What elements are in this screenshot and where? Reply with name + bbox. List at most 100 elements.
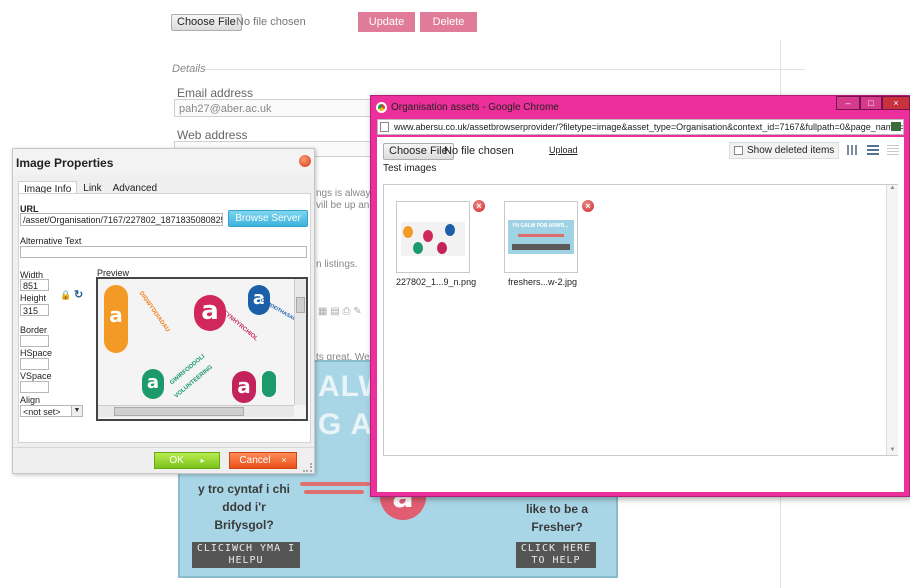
editor-toolbar-fragment: ▦ ▤ ⎙ ✎ xyxy=(318,306,362,317)
resize-grip-icon[interactable] xyxy=(303,463,312,472)
address-bar[interactable]: www.abersu.co.uk/assetbrowserprovider/?f… xyxy=(377,119,904,135)
chrome-logo-icon xyxy=(376,102,387,113)
asset-thumbnail[interactable]: YN GALW POB ARWR... xyxy=(504,201,578,273)
height-field[interactable]: 315 xyxy=(20,304,49,316)
cancel-label: Cancel xyxy=(239,455,271,466)
preview-word: GWIRFODDOLI xyxy=(169,353,207,387)
width-field[interactable]: 851 xyxy=(20,279,49,291)
ok-button[interactable]: OK ▸ xyxy=(154,452,220,469)
chevron-right-icon: ▸ xyxy=(200,456,205,465)
asset-browser-window: Organisation assets - Google Chrome – □ … xyxy=(370,95,910,497)
delete-asset-icon[interactable]: × xyxy=(582,200,594,212)
lock-ratio-icon[interactable]: 🔒 xyxy=(60,290,71,301)
delete-button[interactable]: Delete xyxy=(420,12,477,32)
no-file-text: No file chosen xyxy=(236,16,306,28)
window-title: Organisation assets - Google Chrome xyxy=(391,102,559,113)
maximize-button[interactable]: □ xyxy=(860,96,882,110)
delete-asset-icon[interactable]: × xyxy=(473,200,485,212)
web-address-label: Web address xyxy=(177,128,248,142)
ok-label: OK xyxy=(169,455,184,466)
preview-vertical-scrollbar[interactable] xyxy=(294,279,306,405)
banner-heading: G A xyxy=(318,408,374,441)
email-field[interactable]: pah27@aber.ac.uk xyxy=(174,99,374,117)
extension-icon[interactable] xyxy=(891,122,901,131)
images-section-label: Test images xyxy=(383,163,437,174)
grid-view-icon[interactable] xyxy=(847,145,859,155)
details-divider xyxy=(205,69,805,70)
no-file-text: No file chosen xyxy=(444,145,514,157)
scroll-down-icon[interactable]: ▼ xyxy=(887,447,898,453)
choose-file-button[interactable]: Choose File xyxy=(171,14,242,31)
browse-server-button[interactable]: Browse Server xyxy=(228,210,308,227)
page-icon xyxy=(380,122,389,132)
url-field[interactable]: /asset/Organisation/7167/227802_18718350… xyxy=(20,213,223,226)
banner-wing xyxy=(300,482,370,486)
thumb-logo xyxy=(413,242,423,254)
asset-list-scrollbar[interactable]: ▲ ▼ xyxy=(886,185,898,455)
image-properties-dialog: Image Properties Image Info Link Advance… xyxy=(12,148,315,474)
alt-text-label: Alternative Text xyxy=(20,236,82,246)
bg-text-snippet: vill be up an xyxy=(316,200,370,211)
align-select[interactable]: <not set> xyxy=(20,405,72,417)
thumb-caption: YN GALW POB ARWR... xyxy=(512,223,569,229)
preview-logo-partial xyxy=(262,371,276,397)
close-icon: × xyxy=(281,455,287,465)
border-field[interactable] xyxy=(20,335,49,347)
close-window-button[interactable]: × xyxy=(882,96,910,110)
reset-size-icon[interactable]: ↻ xyxy=(74,288,83,301)
preview-word: DIGWYDDIADAU xyxy=(137,290,171,334)
bg-text-snippet: n listings. xyxy=(316,259,358,270)
banner-wing xyxy=(304,490,364,494)
scroll-up-icon[interactable]: ▲ xyxy=(887,185,898,191)
address-url: www.abersu.co.uk/assetbrowserprovider/?f… xyxy=(394,122,904,132)
preview-logo: a xyxy=(232,371,256,403)
hspace-label: HSpace xyxy=(20,348,53,358)
dialog-footer-divider xyxy=(13,447,314,448)
minimize-button[interactable]: – xyxy=(836,96,860,110)
thumb-logo xyxy=(437,242,447,254)
thumb-logo xyxy=(445,224,455,236)
alt-text-field[interactable] xyxy=(20,246,307,258)
details-heading: Details xyxy=(172,63,206,75)
dialog-title: Image Properties xyxy=(16,156,114,170)
preview-horizontal-scrollbar[interactable] xyxy=(98,405,294,417)
thumb-logo xyxy=(403,226,413,238)
banner-right-button: CLICK HERE TO HELP xyxy=(516,542,596,568)
thumbnail-image: YN GALW POB ARWR... xyxy=(508,220,574,254)
asset-filename: 227802_1...9_n.png xyxy=(396,277,477,287)
scrollbar-thumb[interactable] xyxy=(114,407,244,416)
hspace-field[interactable] xyxy=(20,358,49,370)
asset-filename: freshers...w-2.jpg xyxy=(508,277,578,287)
show-deleted-checkbox[interactable] xyxy=(734,146,743,155)
show-deleted-label: Show deleted items xyxy=(747,145,835,156)
thumb-stripe xyxy=(512,244,570,250)
preview-logo: a xyxy=(104,285,128,353)
thumb-stripe xyxy=(518,234,564,237)
align-label: Align xyxy=(20,395,41,405)
close-icon[interactable] xyxy=(299,155,311,167)
update-button[interactable]: Update xyxy=(358,12,415,32)
bg-text-snippet: ngs is alway xyxy=(316,188,371,199)
preview-word: CYNHYRCHIOL xyxy=(221,309,259,343)
list-view-icon[interactable] xyxy=(887,145,899,155)
asset-browser-content: Choose File No file chosen Upload Show d… xyxy=(377,137,904,492)
email-label: Email address xyxy=(177,86,254,100)
height-label: Height xyxy=(20,293,47,303)
tile-view-icon[interactable] xyxy=(867,145,879,155)
cancel-button[interactable]: Cancel × xyxy=(229,452,297,469)
dialog-titlebar[interactable]: Image Properties xyxy=(13,149,314,175)
banner-left-button: CLICIWCH YMA I HELPU xyxy=(192,542,300,568)
banner-english-text: like to be a Fresher? xyxy=(525,502,589,534)
image-preview: a DIGWYDDIADAU a CYNHYRCHIOL a CYMDEITHA… xyxy=(96,277,308,421)
preview-word: VOLUNTEERING xyxy=(173,364,215,400)
thumbnail-image xyxy=(401,222,465,256)
upload-button[interactable]: Upload xyxy=(549,145,578,155)
scrollbar-thumb[interactable] xyxy=(296,297,305,313)
vspace-field[interactable] xyxy=(20,381,49,393)
asset-list: × 227802_1...9_n.png YN GALW POB ARWR...… xyxy=(383,184,898,456)
vspace-label: VSpace xyxy=(20,371,52,381)
asset-thumbnail[interactable] xyxy=(396,201,470,273)
show-deleted-toggle[interactable]: Show deleted items xyxy=(729,142,839,159)
chevron-down-icon[interactable]: ▼ xyxy=(71,405,83,417)
border-label: Border xyxy=(20,325,48,335)
